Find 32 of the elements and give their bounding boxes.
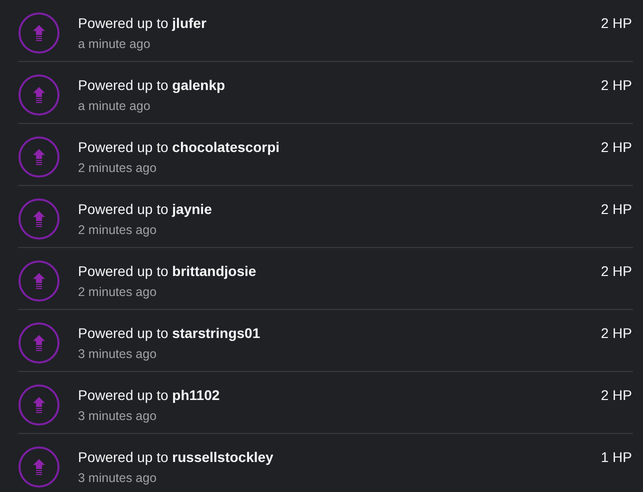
power-up-icon bbox=[18, 322, 60, 364]
timestamp: a minute ago bbox=[78, 37, 152, 51]
power-up-icon bbox=[18, 12, 60, 54]
power-up-icon bbox=[18, 260, 60, 302]
timestamp: 2 minutes ago bbox=[78, 161, 158, 175]
timestamp: a minute ago bbox=[78, 99, 152, 113]
hp-amount: 2 HP bbox=[600, 15, 632, 31]
hp-amount: 2 HP bbox=[600, 325, 632, 341]
activity-message: Powered up to galenkp bbox=[78, 77, 226, 93]
timestamp: 3 minutes ago bbox=[78, 471, 158, 485]
power-up-icon bbox=[18, 446, 60, 488]
power-up-icon bbox=[18, 198, 60, 240]
power-up-icon bbox=[18, 136, 60, 178]
activity-message: Powered up to russellstockley bbox=[78, 449, 274, 465]
activity-message: Powered up to ph1102 bbox=[78, 387, 221, 403]
hp-amount: 2 HP bbox=[600, 263, 632, 279]
activity-message: Powered up to brittandjosie bbox=[78, 263, 258, 279]
timestamp: 2 minutes ago bbox=[78, 223, 158, 237]
hp-amount: 2 HP bbox=[600, 139, 632, 155]
power-up-icon bbox=[18, 384, 60, 426]
timestamp: 3 minutes ago bbox=[78, 409, 158, 423]
power-up-icon bbox=[18, 74, 60, 116]
hp-amount: 2 HP bbox=[600, 201, 632, 217]
activity-message: Powered up to starstrings01 bbox=[78, 325, 262, 341]
hp-amount: 2 HP bbox=[600, 77, 632, 93]
hp-amount: 1 HP bbox=[600, 449, 632, 465]
activity-message: Powered up to chocolatescorpi bbox=[78, 139, 281, 155]
activity-message: Powered up to jaynie bbox=[78, 201, 213, 217]
timestamp: 3 minutes ago bbox=[78, 347, 158, 361]
hp-amount: 2 HP bbox=[600, 387, 632, 403]
activity-message: Powered up to jlufer bbox=[78, 15, 208, 31]
timestamp: 2 minutes ago bbox=[78, 285, 158, 299]
